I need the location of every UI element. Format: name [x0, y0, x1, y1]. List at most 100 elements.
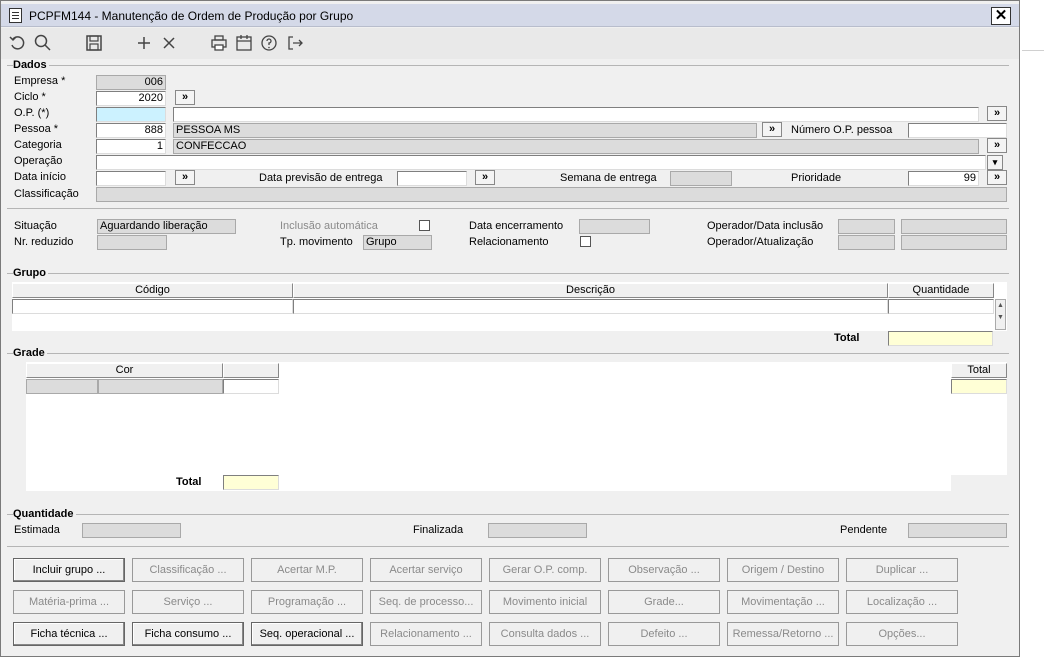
data-inicio-label: Data início [14, 171, 66, 183]
data-encerramento-field [579, 219, 650, 234]
remessa-retorno-button[interactable]: Remessa/Retorno ... [727, 622, 839, 646]
categoria-label: Categoria [14, 139, 62, 151]
empresa-label: Empresa * [14, 75, 66, 87]
print-icon[interactable] [209, 33, 229, 53]
grupo-total-label: Total [834, 332, 860, 344]
classificacao-field [96, 187, 1007, 202]
opcoes-button[interactable]: Opções... [846, 622, 958, 646]
relacionamento-button[interactable]: Relacionamento ... [370, 622, 482, 646]
close-button[interactable]: ✕ [991, 7, 1011, 25]
data-encerramento-label: Data encerramento [469, 220, 564, 232]
programacao-button[interactable]: Programação ... [251, 590, 363, 614]
grupo-row-descricao-cell[interactable] [293, 299, 888, 314]
relacionamento-checkbox[interactable] [580, 236, 591, 247]
pessoa-lookup-button[interactable]: » [762, 122, 782, 137]
operacao-select[interactable] [96, 155, 986, 170]
acertar-mp-button[interactable]: Acertar M.P. [251, 558, 363, 582]
grupo-col-codigo[interactable]: Código [12, 283, 293, 298]
data-previsao-lookup-button[interactable]: » [475, 170, 495, 185]
title-bar: PCPFM144 - Manutenção de Ordem de Produç… [1, 4, 1019, 27]
window-title: PCPFM144 - Manutenção de Ordem de Produç… [29, 9, 354, 23]
grupo-col-quantidade[interactable]: Quantidade [888, 283, 994, 298]
prioridade-lookup-button[interactable]: » [987, 170, 1007, 185]
prioridade-field[interactable]: 99 [908, 171, 979, 186]
data-inicio-lookup-button[interactable]: » [175, 170, 195, 185]
finalizada-label: Finalizada [413, 524, 464, 536]
save-icon[interactable] [84, 33, 104, 53]
operador-inclusao-field [838, 219, 895, 234]
data-previsao-field[interactable] [397, 171, 467, 186]
localizacao-button[interactable]: Localização ... [846, 590, 958, 614]
grade-button[interactable]: Grade... [608, 590, 720, 614]
delete-icon[interactable] [159, 33, 179, 53]
seq-operacional-button[interactable]: Seq. operacional ... [251, 622, 363, 646]
acertar-servico-button[interactable]: Acertar serviço [370, 558, 482, 582]
situacao-label: Situação [14, 220, 57, 232]
op-field[interactable] [96, 107, 166, 122]
finalizada-field [488, 523, 587, 538]
op-lookup-button[interactable]: » [987, 106, 1007, 121]
estimada-label: Estimada [14, 524, 60, 536]
dados-divider [7, 65, 1009, 66]
servico-button[interactable]: Serviço ... [132, 590, 244, 614]
semana-label: Semana de entrega [560, 172, 657, 184]
grupo-row-codigo-cell[interactable] [12, 299, 293, 314]
main-window: PCPFM144 - Manutenção de Ordem de Produç… [0, 0, 1020, 657]
ciclo-lookup-button[interactable]: » [175, 90, 195, 105]
inclusao-automatica-checkbox[interactable] [419, 220, 430, 231]
observacao-button[interactable]: Observação ... [608, 558, 720, 582]
help-icon[interactable] [259, 33, 279, 53]
grupo-col-descricao[interactable]: Descrição [293, 283, 888, 298]
situacao-field: Aguardando liberação [97, 219, 236, 234]
background-line [1022, 50, 1044, 51]
grade-total-field [223, 475, 279, 490]
grade-footer-area [26, 475, 951, 491]
defeito-button[interactable]: Defeito ... [608, 622, 720, 646]
movimentacao-button[interactable]: Movimentação ... [727, 590, 839, 614]
incluir-grupo-button[interactable]: Incluir grupo ... [13, 558, 125, 582]
grupo-divider [7, 273, 1009, 274]
grade-cor-code-cell [26, 379, 98, 394]
calendar-icon[interactable] [234, 33, 254, 53]
grupo-row-quantidade-cell[interactable] [888, 299, 994, 314]
relacionamento-label: Relacionamento [469, 236, 549, 248]
materia-prima-button[interactable]: Matéria-prima ... [13, 590, 125, 614]
grade-title: Grade [13, 347, 47, 359]
categoria-lookup-button[interactable]: » [987, 138, 1007, 153]
gerar-op-comp-button[interactable]: Gerar O.P. comp. [489, 558, 601, 582]
grupo-scrollbar[interactable]: ▲ ▼ [995, 299, 1006, 330]
data-atualizacao-field [901, 235, 1007, 250]
grade-col-total[interactable]: Total [951, 363, 1007, 378]
data-inicio-field[interactable] [96, 171, 166, 186]
bottom-divider [7, 546, 1009, 547]
empresa-field: 006 [96, 75, 166, 90]
data-inclusao-field [901, 219, 1007, 234]
search-icon[interactable] [33, 33, 53, 53]
add-icon[interactable] [134, 33, 154, 53]
grade-divider [7, 353, 1009, 354]
nr-reduzido-label: Nr. reduzido [14, 236, 74, 248]
grade-col-cor[interactable]: Cor [26, 363, 223, 378]
exit-icon[interactable] [285, 33, 305, 53]
origem-destino-button[interactable]: Origem / Destino [727, 558, 839, 582]
ciclo-field[interactable]: 2020 [96, 91, 166, 106]
operador-data-inclusao-label: Operador/Data inclusão [707, 220, 824, 232]
undo-icon[interactable] [8, 33, 28, 53]
numero-op-pessoa-field[interactable] [908, 123, 1007, 138]
ficha-consumo-button[interactable]: Ficha consumo ... [132, 622, 244, 646]
seq-processo-button[interactable]: Seq. de processo... [370, 590, 482, 614]
grade-size-cell[interactable] [223, 379, 279, 394]
pessoa-field[interactable]: 888 [96, 123, 166, 138]
ficha-tecnica-button[interactable]: Ficha técnica ... [13, 622, 125, 646]
consulta-dados-button[interactable]: Consulta dados ... [489, 622, 601, 646]
classificacao-button[interactable]: Classificação ... [132, 558, 244, 582]
grade-col-size[interactable] [223, 363, 279, 378]
grupo-title: Grupo [13, 267, 48, 279]
movimento-inicial-button[interactable]: Movimento inicial [489, 590, 601, 614]
toolbar [1, 28, 1019, 59]
tp-movimento-label: Tp. movimento [280, 236, 353, 248]
chevron-down-icon[interactable]: ▾ [987, 155, 1003, 170]
categoria-field[interactable]: 1 [96, 139, 166, 154]
op-description-field [173, 107, 979, 122]
duplicar-button[interactable]: Duplicar ... [846, 558, 958, 582]
